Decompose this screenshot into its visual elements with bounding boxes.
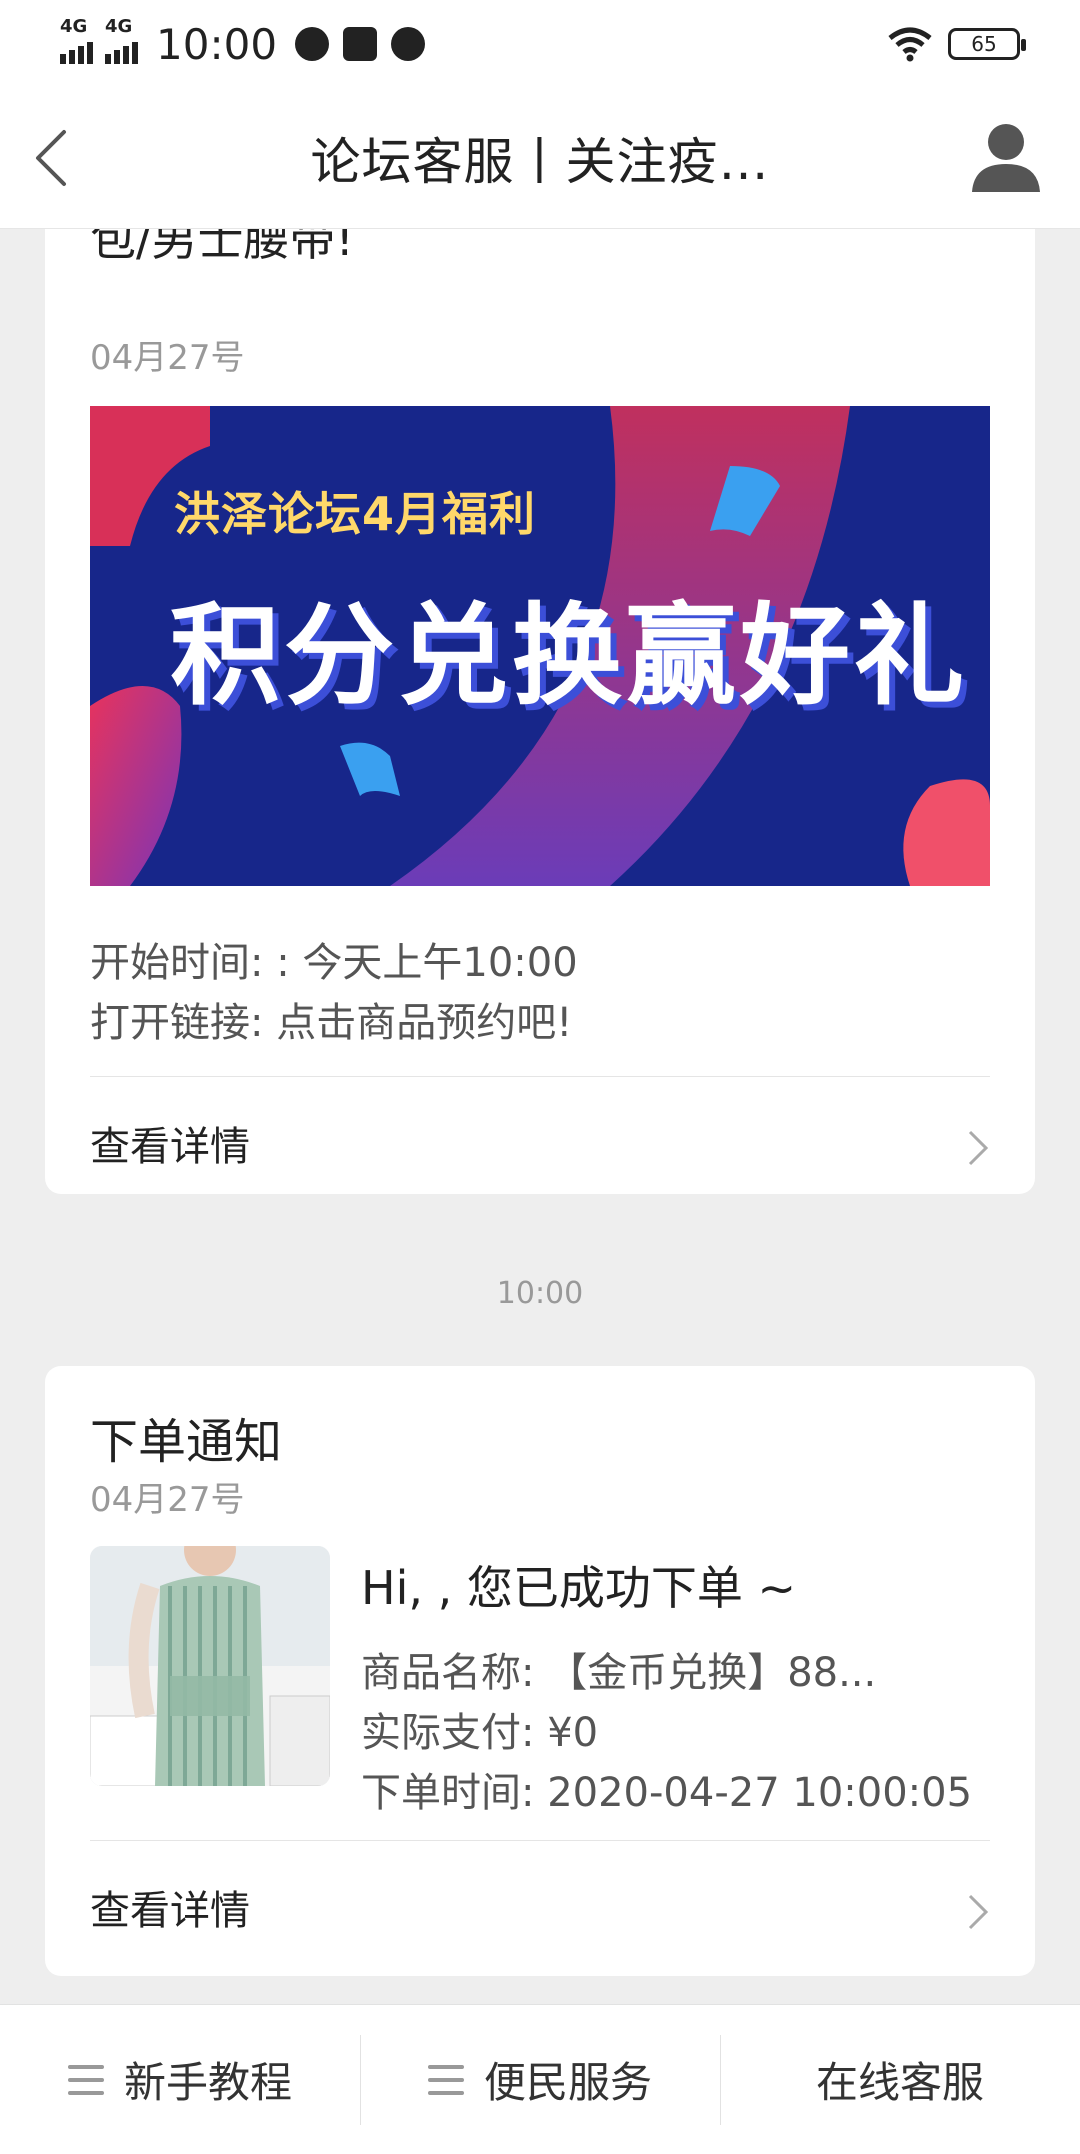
view-details-link[interactable]: 查看详情 [90,1114,250,1172]
message-card-order[interactable]: 下单通知 04月27号 Hi, , 您已成功下单 ~ 商品名称: 【金币兑换】8… [45,1366,1035,1976]
product-name: 商品名称: 【金币兑换】88... [361,1650,877,1696]
card-date: 04月27号 [90,1480,245,1520]
start-time: 开始时间: : 今天上午10:00 [90,940,578,986]
signal-icon: 4G [60,16,93,64]
view-details-link[interactable]: 查看详情 [90,1878,250,1936]
message-icon [391,27,426,61]
back-icon[interactable] [26,124,86,192]
status-time: 10:00 [156,19,278,69]
banner-title: 积分兑换赢好礼 [170,592,968,720]
message-list: 包/男士腰带! 04月27号 洪泽论坛4月福利 积分兑换赢好礼 开始时间:: … [0,228,1080,2004]
order-greeting: Hi, , 您已成功下单 ~ [361,1561,797,1615]
banner-subtitle: 洪泽论坛4月福利 [174,487,537,541]
menu-tutorial[interactable]: 新手教程 [0,2005,360,2154]
order-time: 下单时间: 2020-04-27 10:00:05 [361,1770,973,1816]
open-link: 打开链接: 点击商品预约吧! [90,1000,573,1046]
page-title: 论坛客服丨关注疫… [310,133,770,191]
message-card-promotion[interactable]: 包/男士腰带! 04月27号 洪泽论坛4月福利 积分兑换赢好礼 开始时间:: … [45,228,1035,1194]
battery-icon: 65 [948,28,1026,60]
card-date: 04月27号 [90,338,245,378]
title-bar: 论坛客服丨关注疫… [0,88,1080,228]
payment-amount: 实际支付: ¥0 [361,1710,599,1756]
menu-online-support[interactable]: 在线客服 [720,2005,1080,2154]
divider [90,1840,990,1841]
app-icon [343,27,378,61]
card-title: 包/男士腰带! [90,228,354,266]
message-timestamp: 10:00 [496,1276,584,1311]
user-profile-icon[interactable] [966,118,1046,198]
product-image [90,1546,330,1786]
menu-services[interactable]: 便民服务 [360,2005,720,2154]
chevron-right-icon [968,1894,989,1930]
menu-icon [427,2064,464,2095]
wechat-icon [295,27,330,61]
signal-icon-2: 4G [105,16,138,64]
status-bar: 4G 4G 10:00 65 [0,0,1080,88]
card-title: 下单通知 [90,1414,283,1470]
bottom-menu: 新手教程 便民服务 在线客服 [0,2004,1080,2154]
apron-illustration [90,1546,330,1786]
chevron-right-icon [968,1130,989,1166]
wifi-icon [888,27,932,62]
menu-icon [67,2064,104,2095]
divider [90,1076,990,1077]
promo-banner[interactable]: 洪泽论坛4月福利 积分兑换赢好礼 [90,406,990,886]
